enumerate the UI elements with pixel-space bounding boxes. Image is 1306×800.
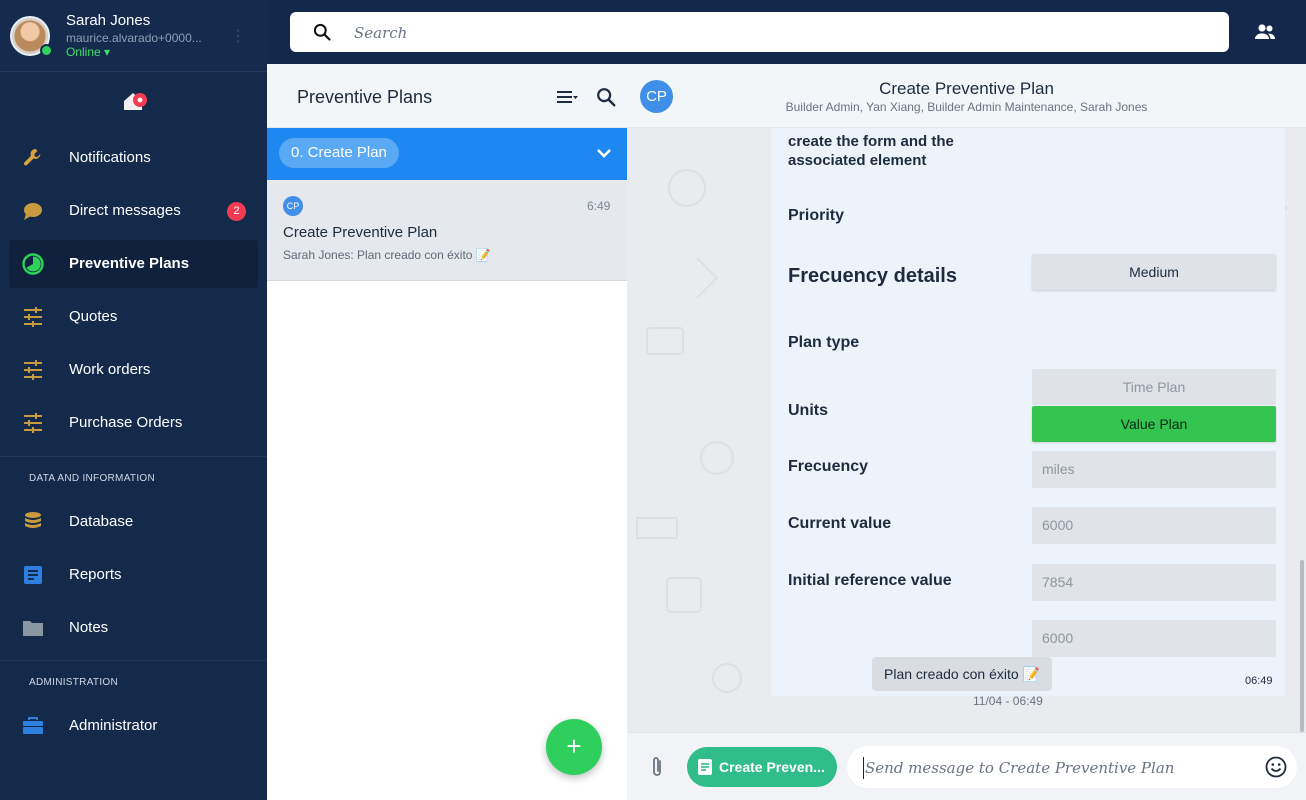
units-value: miles — [1032, 451, 1276, 488]
sidebar-item-label: Administrator — [69, 717, 158, 734]
sidebar-item-label: Notes — [69, 619, 109, 636]
search-icon[interactable] — [595, 86, 617, 108]
form-chip-label: Create Preven... — [719, 759, 825, 775]
home-icon[interactable] — [121, 90, 149, 112]
plan-type-label: Plan type — [788, 334, 860, 351]
card-description-line: associated element — [788, 152, 927, 169]
user-email: maurice.alvarado+0000... — [66, 31, 202, 45]
sliders-icon — [24, 360, 42, 380]
sidebar-item-label: Reports — [69, 566, 122, 583]
message-field[interactable] — [847, 746, 1297, 788]
card-description-line: create the form and the — [788, 133, 954, 150]
scrollbar[interactable] — [1300, 560, 1304, 732]
value-plan-option[interactable]: Value Plan — [1032, 406, 1276, 442]
sidebar-item-work-orders[interactable]: Work orders — [9, 346, 258, 394]
channel-list: Preventive Plans 0. Create Plan CP 6:49 … — [267, 64, 627, 800]
sidebar-item-label: Database — [69, 513, 134, 530]
sidebar-item-label: Preventive Plans — [69, 255, 190, 272]
frecuency-label: Frecuency — [788, 458, 869, 475]
initial-reference-label: Initial reference value — [788, 572, 952, 589]
channel-list-header: Preventive Plans — [267, 64, 627, 128]
section-title-data: DATA AND INFORMATION — [29, 473, 156, 484]
current-value-value: 7854 — [1032, 564, 1276, 601]
initial-reference-value: 6000 — [1032, 620, 1276, 657]
chat-time: 6:49 — [587, 199, 611, 213]
sidebar-item-label: Purchase Orders — [69, 414, 183, 431]
channel-list-title: Preventive Plans — [297, 87, 433, 107]
sidebar-item-administrator[interactable]: Administrator — [9, 702, 258, 750]
conversation-header: CP Create Preventive Plan Builder Admin,… — [627, 64, 1306, 128]
chat-preview: Sarah Jones: Plan creado con éxito 📝 — [283, 248, 491, 262]
card-description: create the form and the associated eleme… — [788, 132, 954, 170]
document-icon — [24, 566, 42, 584]
wrench-icon — [23, 149, 41, 166]
folder-icon — [23, 621, 43, 636]
units-label: Units — [788, 402, 828, 419]
current-value-label: Current value — [788, 515, 892, 532]
sidebar-item-label: Direct messages — [69, 202, 181, 219]
conversation-panel: CP Create Preventive Plan Builder Admin,… — [627, 64, 1306, 800]
group-chip[interactable]: 0. Create Plan — [279, 138, 399, 168]
online-indicator — [40, 44, 53, 57]
database-icon — [25, 512, 41, 528]
priority-label: Priority — [788, 207, 845, 224]
sidebar-item-notes[interactable]: Notes — [9, 604, 258, 652]
chat-title: Create Preventive Plan — [283, 224, 438, 241]
user-name: Sarah Jones — [66, 12, 151, 29]
sidebar-item-reports[interactable]: Reports — [9, 551, 258, 599]
global-search[interactable] — [290, 12, 1229, 52]
sidebar-item-label: Work orders — [69, 361, 151, 378]
sidebar-item-preventive-plans[interactable]: Preventive Plans — [9, 240, 258, 288]
system-message-time: 11/04 - 06:49 — [973, 694, 1043, 708]
frecuency-value: 6000 — [1032, 507, 1276, 544]
search-icon — [313, 23, 331, 41]
form-chip-button[interactable]: Create Preven... — [687, 747, 837, 787]
sidebar-item-direct-messages[interactable]: Direct messages 2 — [9, 187, 258, 235]
sliders-icon — [24, 413, 42, 433]
emoji-icon[interactable] — [1265, 756, 1287, 778]
toolbox-icon — [23, 717, 43, 734]
system-message: Plan creado con éxito 📝 — [872, 657, 1052, 691]
message-composer: Create Preven... — [627, 732, 1306, 800]
sidebar: Notifications Direct messages 2 Preventi… — [0, 72, 267, 800]
preventive-plans-icon — [22, 253, 44, 275]
message-input[interactable] — [863, 757, 1253, 779]
filter-list-icon[interactable] — [556, 87, 578, 107]
user-profile[interactable]: Sarah Jones maurice.alvarado+0000... Onl… — [0, 0, 267, 72]
form-icon — [698, 759, 712, 775]
kebab-icon[interactable]: ⋮ — [230, 26, 246, 46]
divider — [0, 660, 267, 661]
add-button[interactable]: + — [546, 719, 602, 775]
unread-badge: 2 — [227, 202, 246, 221]
form-message-card: create the form and the associated eleme… — [771, 128, 1285, 696]
section-title: Frecuency details — [788, 265, 957, 287]
conversation-members: Builder Admin, Yan Xiang, Builder Admin … — [785, 100, 1148, 114]
sidebar-item-label: Quotes — [69, 308, 118, 325]
sidebar-item-purchase-orders[interactable]: Purchase Orders — [9, 399, 258, 447]
conversation-title: Create Preventive Plan — [879, 79, 1054, 98]
divider — [0, 456, 267, 457]
priority-button[interactable]: Medium — [1032, 254, 1276, 290]
sidebar-item-notifications[interactable]: Notifications — [9, 134, 258, 182]
time-plan-option[interactable]: Time Plan — [1032, 369, 1276, 405]
sliders-icon — [24, 307, 42, 327]
message-time: 06:49 — [1245, 675, 1273, 687]
avatar: CP — [283, 196, 303, 216]
sidebar-item-quotes[interactable]: Quotes — [9, 293, 258, 341]
sidebar-item-label: Notifications — [69, 149, 151, 166]
status-dropdown[interactable]: Online ▾ — [66, 45, 110, 59]
search-input[interactable] — [354, 22, 1204, 44]
chevron-down-icon[interactable] — [595, 144, 613, 162]
paperclip-icon[interactable] — [649, 755, 665, 779]
chat-list-item[interactable]: CP 6:49 Create Preventive Plan Sarah Jon… — [267, 180, 627, 281]
sidebar-item-database[interactable]: Database — [9, 498, 258, 546]
people-icon[interactable] — [1253, 20, 1277, 44]
group-header[interactable]: 0. Create Plan — [267, 128, 627, 180]
chat-bubble-icon — [24, 203, 42, 220]
section-title-admin: ADMINISTRATION — [29, 677, 119, 688]
